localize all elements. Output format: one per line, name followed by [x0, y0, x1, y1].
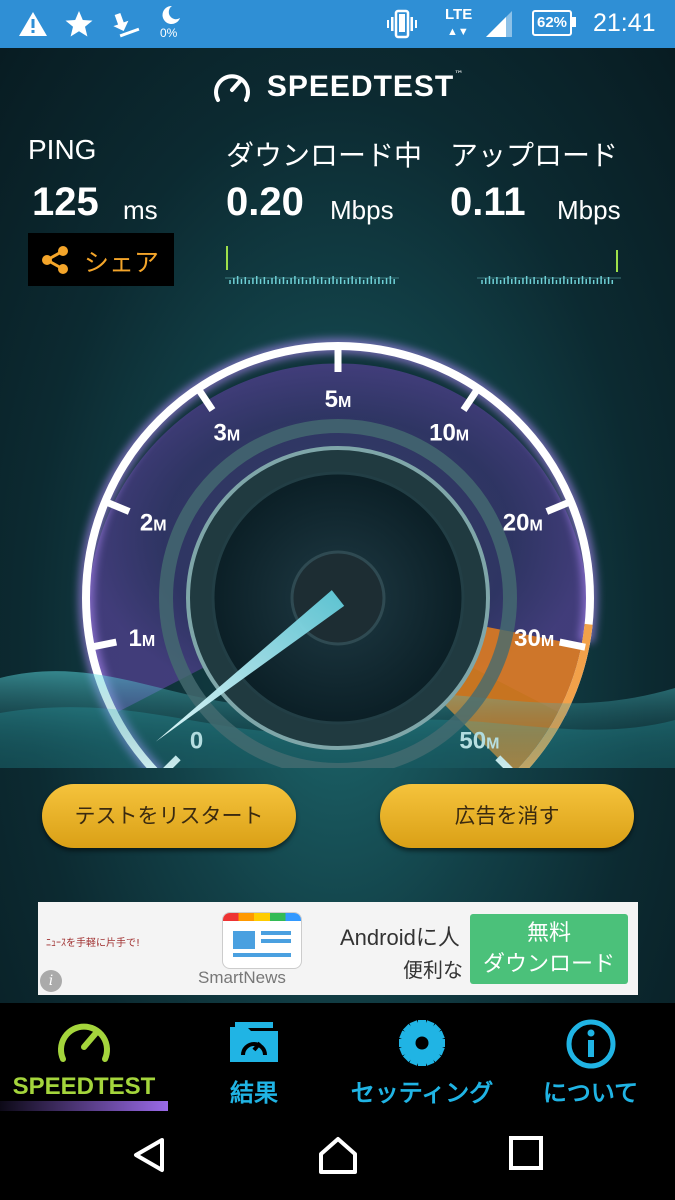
download-sparkline [225, 246, 399, 284]
tab-about[interactable]: について [506, 1003, 675, 1111]
tab-speedtest[interactable]: SPEEDTEST [0, 1003, 168, 1111]
app-logo: SPEEDTEST™ [0, 70, 675, 104]
download-value: 0.20 [226, 180, 304, 224]
restart-test-button[interactable]: テストをリスタート [42, 784, 296, 848]
upload-sparkline [477, 250, 621, 284]
info-icon[interactable]: i [40, 970, 62, 992]
recents-icon[interactable] [508, 1135, 544, 1171]
ping-value: 125 [32, 180, 99, 224]
gear-icon [399, 1020, 445, 1066]
share-button[interactable]: シェア [28, 233, 174, 286]
speedometer-logo-icon [213, 74, 250, 102]
info-icon [566, 1019, 615, 1069]
remove-ads-button[interactable]: 広告を消す [380, 784, 634, 848]
battery-indicator: 62% [532, 10, 572, 36]
gauge-tick [90, 638, 118, 651]
signal-icon [486, 11, 512, 37]
upload-unit: Mbps [557, 195, 621, 225]
ad-cta-line1: 無料 [526, 921, 571, 946]
ad-left-text: ﾆｭｰｽを手軽に片手で! [46, 938, 141, 949]
status-bar: 0% LTE ▲▼ 62% 21:41 [0, 0, 675, 48]
trademark: ™ [454, 70, 464, 80]
download-label: ダウンロード中 [226, 140, 423, 171]
gauge-tick [558, 638, 586, 651]
clock: 21:41 [593, 9, 656, 37]
ad-download-button[interactable]: 無料 ダウンロード [470, 914, 628, 984]
tab-active-indicator [0, 1101, 168, 1111]
ad-headline: Androidに人 [340, 925, 460, 950]
tab-results-label: 結果 [230, 1079, 278, 1107]
tab-speedtest-label: SPEEDTEST [12, 1073, 156, 1100]
vibrate-icon [387, 9, 417, 39]
star-icon [65, 11, 93, 37]
ping-unit: ms [123, 195, 158, 225]
upload-value: 0.11 [450, 180, 526, 224]
network-arrows: ▲▼ [447, 26, 469, 38]
network-type: LTE [445, 6, 473, 23]
smartnews-app-icon [222, 912, 302, 969]
speedtest-screen: SPEEDTEST™ PING 125 ms ダウンロード中 0.20 Mbps… [0, 48, 675, 1003]
bottom-tab-bar: SPEEDTEST 結果 セッティング について [0, 1003, 675, 1111]
system-nav-bar [0, 1111, 675, 1200]
back-icon[interactable] [130, 1135, 170, 1175]
tab-settings-label: セッティング [350, 1079, 494, 1107]
upload-label: アップロード [450, 140, 619, 171]
download-unit: Mbps [330, 195, 394, 225]
tab-about-label: について [542, 1079, 639, 1107]
battery-percent: 62% [536, 14, 568, 31]
ad-banner[interactable]: ﾆｭｰｽを手軽に片手で! i SmartNews Androidに人 便利な 無… [38, 902, 638, 995]
share-icon [42, 246, 68, 274]
share-label: シェア [84, 248, 160, 277]
app-title: SPEEDTEST [266, 70, 455, 103]
ad-subline: 便利な [403, 958, 463, 982]
results-folder-icon [230, 1022, 278, 1062]
tab-settings[interactable]: セッティング [338, 1003, 506, 1111]
battery-tip [572, 17, 576, 27]
data-percent: 0% [160, 26, 178, 40]
download-notification-icon [113, 13, 140, 38]
speed-gauge: 01M2M3M5M10M20M30M50M [0, 338, 675, 768]
moon-icon [162, 5, 180, 24]
ping-label: PING [28, 134, 97, 165]
warning-icon [19, 12, 47, 36]
home-icon[interactable] [318, 1135, 358, 1175]
ad-brand: SmartNews [198, 968, 286, 987]
tab-results[interactable]: 結果 [170, 1003, 338, 1111]
speedometer-icon [58, 1023, 110, 1062]
ad-cta-line2: ダウンロード [482, 952, 615, 977]
